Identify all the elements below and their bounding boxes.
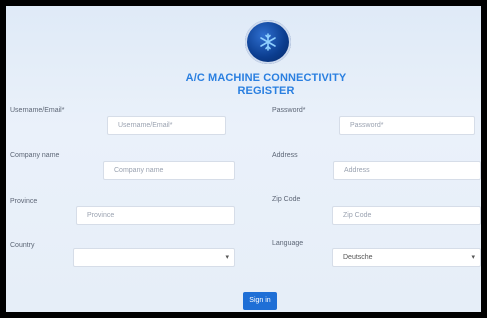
zipcode-input[interactable]: Zip Code: [332, 206, 481, 225]
username-input[interactable]: Username/Email*: [107, 116, 226, 135]
province-label: Province: [10, 198, 38, 205]
chevron-down-icon: ▾: [471, 254, 475, 261]
password-input[interactable]: Password*: [339, 116, 475, 135]
address-label: Address: [272, 152, 298, 159]
page-subtitle: REGISTER: [237, 85, 295, 97]
username-label: Username/Email*: [10, 107, 65, 114]
company-label: Company name: [10, 152, 60, 159]
password-label: Password*: [272, 107, 306, 114]
country-select[interactable]: ▾: [73, 248, 235, 267]
page-title: A/C MACHINE CONNECTIVITY: [185, 72, 347, 84]
address-input[interactable]: Address: [333, 161, 481, 180]
country-label: Country: [10, 242, 35, 249]
language-label: Language: [272, 240, 304, 247]
language-select[interactable]: Deutsche ▾: [332, 248, 481, 267]
language-value: Deutsche: [343, 254, 373, 261]
register-screen: A/C MACHINE CONNECTIVITY REGISTER Userna…: [6, 6, 481, 312]
device-frame: A/C MACHINE CONNECTIVITY REGISTER Userna…: [0, 0, 487, 318]
province-input[interactable]: Province: [76, 206, 235, 225]
sign-in-button[interactable]: Sign in: [243, 292, 277, 310]
snowflake-icon: [245, 20, 291, 64]
chevron-down-icon: ▾: [225, 254, 229, 261]
zipcode-label: Zip Code: [272, 196, 301, 203]
company-input[interactable]: Company name: [103, 161, 235, 180]
